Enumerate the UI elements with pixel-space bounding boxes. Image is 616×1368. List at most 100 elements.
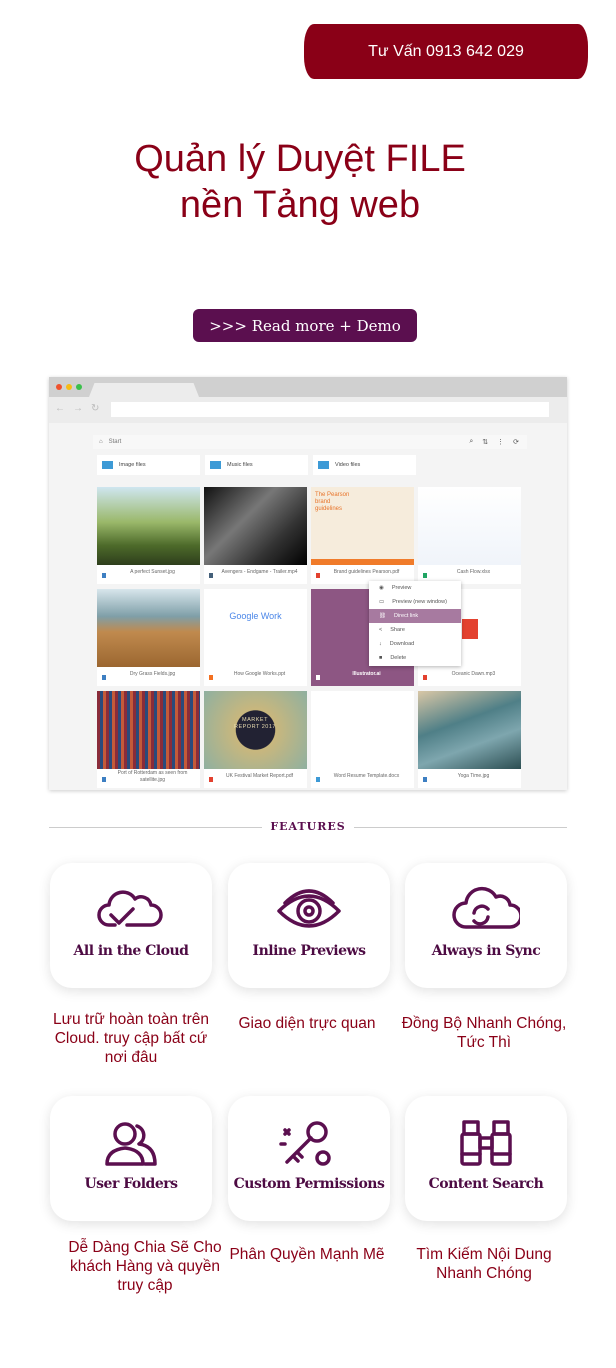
file-thumbnail	[97, 589, 200, 667]
binoculars-icon	[460, 1120, 512, 1166]
reload-icon: ↻	[91, 403, 100, 414]
file-thumbnail	[311, 691, 414, 769]
folder-label: Music files	[227, 462, 253, 468]
feature-card: Inline Previews	[228, 863, 390, 988]
file-type-icon	[209, 675, 213, 680]
file-type-icon	[209, 777, 213, 782]
page-title: Quản lý Duyệt FILE nền Tảng web	[0, 136, 600, 228]
menu-item[interactable]: ⛓ Direct link	[369, 609, 461, 623]
menu-item-label: Delete	[390, 655, 407, 661]
folder-icon	[318, 461, 329, 469]
file-type-icon	[316, 675, 320, 680]
feature-description: Phân Quyền Mạnh Mẽ	[229, 1246, 385, 1263]
feature-title: Custom Permissions	[233, 1176, 385, 1192]
file-name: Cash Flow.xlsx	[456, 569, 491, 575]
file-type-icon	[102, 573, 106, 578]
feature-card: All in the Cloud	[50, 863, 212, 988]
eye-icon	[277, 889, 341, 928]
file-tile[interactable]: Yoga Time.jpg	[418, 691, 521, 788]
cloud-check-icon	[97, 890, 163, 927]
monitor-icon: ▭	[379, 599, 385, 605]
folder-label: Image files	[119, 462, 146, 468]
download-icon: ↓	[379, 641, 382, 647]
breadcrumb-start: Start	[108, 439, 122, 445]
cloud-sync-icon	[452, 886, 520, 929]
menu-item-label: Download	[389, 641, 415, 647]
folder-image-files: Image files	[97, 455, 200, 475]
users-icon	[105, 1122, 157, 1166]
browser-toolbar: ← → ↻	[49, 397, 567, 423]
folder-video-files: Video files	[313, 455, 416, 475]
feature-description: Đồng Bộ Nhanh Chóng, Tức Thì	[401, 1015, 567, 1051]
read-more-demo-button[interactable]: >>> Read more + Demo	[193, 309, 417, 342]
feature-description: Lưu trữ hoàn toàn trên Cloud. truy cập b…	[52, 1011, 210, 1066]
address-bar	[111, 402, 549, 417]
file-tile[interactable]: The Pearson brand guidelines Brand guidel…	[311, 487, 414, 584]
menu-item[interactable]: ■ Delete	[369, 651, 461, 665]
feature-description: Giao diện trực quan	[238, 1015, 376, 1032]
feature-title: All in the Cloud	[73, 943, 189, 959]
folder-icon	[102, 461, 113, 469]
file-type-icon	[102, 777, 106, 782]
file-tile[interactable]: MARKET REPORT 2017 UK Festival Market Rep…	[204, 691, 307, 788]
menu-item[interactable]: ▭ Preview (new window)	[369, 595, 461, 609]
file-manager: ⌂ Start ⌕ ⇅ ⋮ ⟳ Image files Music files Vide…	[93, 435, 527, 475]
eye-icon: ◉	[379, 585, 384, 591]
folder-music-files: Music files	[205, 455, 308, 475]
file-type-icon	[423, 675, 427, 680]
file-tile[interactable]: Port of Rotterdam as seen from satellite…	[97, 691, 200, 788]
file-thumbnail	[418, 487, 521, 565]
pearson-cover-title: The Pearson brand guidelines	[315, 492, 350, 512]
forward-icon: →	[73, 403, 83, 414]
feature-card: User Folders	[50, 1096, 212, 1221]
folder-label: Video files	[335, 462, 361, 468]
minimize-dot-icon	[66, 384, 72, 390]
menu-item-label: Preview (new window)	[392, 599, 447, 605]
file-name: Illustrator.ai	[352, 671, 381, 677]
file-tile[interactable]: Google Work How Google Works.ppt	[204, 589, 307, 686]
file-name: Oceanic Dawn.mp3	[451, 671, 496, 677]
file-thumbnail	[97, 691, 200, 769]
file-thumbnail: MARKET REPORT 2017	[204, 691, 307, 769]
feature-title: Always in Sync	[431, 943, 541, 959]
feature-card: Custom Permissions	[228, 1096, 390, 1221]
back-icon: ←	[55, 403, 65, 414]
file-tile[interactable]: A perfect Sunset.jpg	[97, 487, 200, 584]
file-tile[interactable]: Word Resume Template.docx	[311, 691, 414, 788]
file-tile[interactable]: Cash Flow.xlsx	[418, 487, 521, 584]
file-name: A perfect Sunset.jpg	[130, 569, 175, 575]
file-name: UK Festival Market Report.pdf	[226, 773, 293, 779]
file-name: Brand guidelines Pearson.pdf	[333, 569, 400, 575]
feature-description: Tìm Kiếm Nội Dung Nhanh Chóng	[416, 1246, 552, 1282]
market-report-cover-title: MARKET REPORT 2017	[234, 717, 276, 730]
sort-icon: ⇅	[482, 439, 489, 446]
file-name: Word Resume Template.docx	[333, 773, 400, 779]
file-name: How Google Works.ppt	[233, 671, 286, 677]
close-dot-icon	[56, 384, 62, 390]
menu-item-label: Preview	[391, 585, 412, 591]
menu-item[interactable]: ↓ Download	[369, 637, 461, 651]
consult-phone-button[interactable]: Tư Vấn 0913 642 029	[304, 24, 588, 79]
audio-file-icon	[461, 619, 478, 639]
menu-item[interactable]: < Share	[369, 623, 461, 637]
file-tile[interactable]: Dry Grass Fields.jpg	[97, 589, 200, 686]
browser-tabbar	[49, 377, 567, 397]
file-thumbnail: Google Work	[204, 589, 307, 667]
home-icon: ⌂	[99, 439, 103, 445]
menu-item[interactable]: ◉ Preview	[369, 581, 461, 595]
folder-icon	[210, 461, 221, 469]
search-icon: ⌕	[469, 438, 474, 445]
file-thumbnail	[97, 487, 200, 565]
more-icon: ⋮	[497, 439, 505, 446]
key-gear-icon	[279, 1121, 331, 1166]
share-icon: <	[379, 627, 383, 633]
file-tile[interactable]: Avengers - Endgame - Trailer.mp4	[204, 487, 307, 584]
browser-tab	[89, 383, 199, 397]
browser-mockup: ← → ↻ ⌂ Start ⌕ ⇅ ⋮ ⟳ Image files Music file…	[49, 377, 567, 790]
file-type-icon	[316, 573, 320, 578]
file-type-icon	[423, 777, 427, 782]
menu-item-label: Direct link	[393, 613, 419, 619]
feature-title: User Folders	[84, 1176, 178, 1192]
features-heading: FEATURES	[262, 820, 354, 833]
feature-card: Always in Sync	[405, 863, 567, 988]
